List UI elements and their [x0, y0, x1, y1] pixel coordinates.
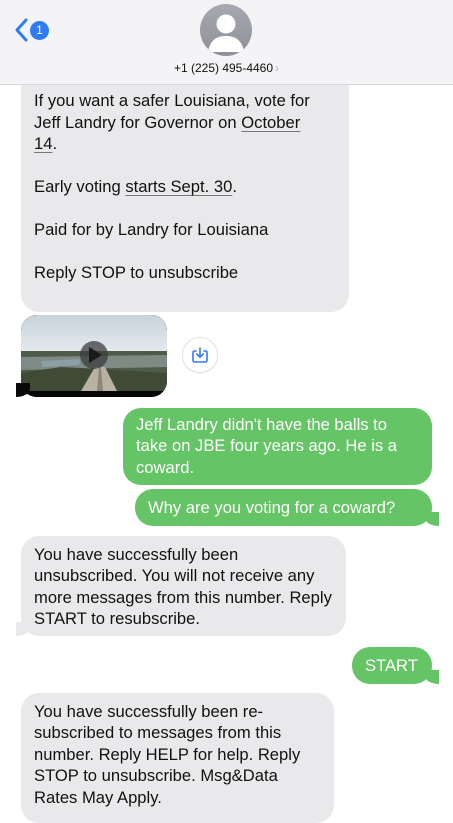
- back-button[interactable]: 1: [14, 18, 49, 42]
- avatar[interactable]: [200, 4, 252, 56]
- incoming-message[interactable]: You have successfully been unsubscribed.…: [21, 536, 346, 636]
- chevron-right-icon: ›: [275, 61, 280, 75]
- message-text: START: [365, 656, 418, 675]
- video-thumbnail: [21, 315, 167, 397]
- contact-number: +1 (225) 495-4460: [173, 61, 274, 75]
- bubble-tail: [16, 383, 30, 397]
- download-icon: [192, 347, 208, 363]
- contact-title[interactable]: +1 (225) 495-4460 ›: [0, 61, 453, 75]
- message-text: You have successfully been re-subscribed…: [34, 702, 301, 807]
- video-attachment[interactable]: [21, 315, 167, 397]
- bubble-tail: [16, 622, 30, 636]
- outgoing-message[interactable]: START: [352, 647, 432, 684]
- date-link[interactable]: starts Sept. 30: [125, 177, 232, 196]
- date-link[interactable]: October: [241, 113, 300, 132]
- message-text: If you want a safer Louisiana, vote for …: [34, 91, 310, 282]
- chevron-left-icon: [15, 18, 28, 42]
- unread-count-badge: 1: [30, 20, 49, 40]
- bubble-tail: [425, 512, 439, 526]
- outgoing-message[interactable]: Jeff Landry didn't have the balls to tak…: [123, 408, 432, 485]
- bubble-tail: [425, 670, 439, 684]
- conversation-header: 1 +1 (225) 495-4460 ›: [0, 0, 453, 85]
- incoming-message[interactable]: You have successfully been re-subscribed…: [21, 693, 334, 823]
- message-text: Jeff Landry didn't have the balls to tak…: [136, 415, 398, 477]
- message-text: Why are you voting for a coward?: [148, 498, 396, 517]
- incoming-message[interactable]: If you want a safer Louisiana, vote for …: [21, 70, 349, 312]
- person-icon: [208, 14, 244, 52]
- message-text: You have successfully been unsubscribed.…: [34, 545, 332, 629]
- outgoing-message[interactable]: Why are you voting for a coward?: [135, 489, 432, 526]
- date-link-continued[interactable]: 14: [34, 134, 52, 153]
- save-attachment-button[interactable]: [182, 337, 218, 373]
